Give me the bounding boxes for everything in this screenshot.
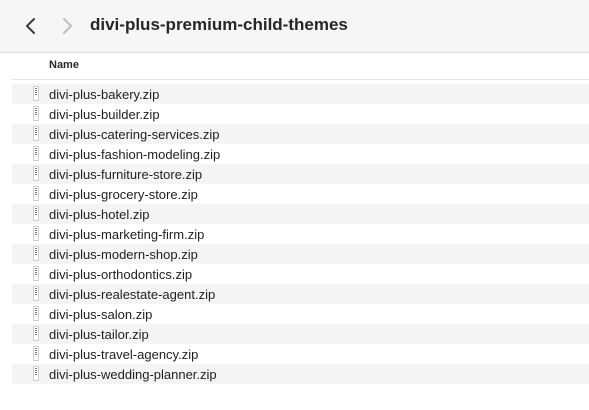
zip-file-icon — [33, 366, 39, 381]
list-item[interactable]: divi-plus-hotel.zip — [12, 204, 589, 224]
file-name: divi-plus-catering-services.zip — [49, 127, 220, 142]
list-item[interactable]: divi-plus-furniture-store.zip — [12, 164, 589, 184]
zip-file-icon — [33, 206, 39, 221]
file-name: divi-plus-travel-agency.zip — [49, 347, 199, 362]
file-name: divi-plus-orthodontics.zip — [49, 267, 193, 282]
list-item[interactable]: divi-plus-modern-shop.zip — [12, 244, 589, 264]
finder-toolbar: divi-plus-premium-child-themes — [0, 0, 589, 52]
file-list: divi-plus-bakery.zip divi-plus-builder.z… — [12, 84, 589, 404]
file-name: divi-plus-wedding-planner.zip — [49, 367, 217, 382]
list-item[interactable]: divi-plus-fashion-modeling.zip — [12, 144, 589, 164]
zip-file-icon — [33, 106, 39, 121]
file-name: divi-plus-salon.zip — [49, 307, 153, 322]
column-header-bar: Name — [0, 53, 589, 79]
file-name: divi-plus-furniture-store.zip — [49, 167, 203, 182]
zip-file-icon — [33, 86, 39, 101]
forward-button[interactable] — [56, 14, 78, 38]
zip-file-icon — [33, 126, 39, 141]
file-name: divi-plus-bakery.zip — [49, 87, 160, 102]
zip-file-icon — [33, 266, 39, 281]
name-column-header[interactable]: Name — [49, 59, 79, 71]
list-item[interactable]: divi-plus-catering-services.zip — [12, 124, 589, 144]
zip-file-icon — [33, 326, 39, 341]
header-divider — [12, 79, 589, 80]
list-item[interactable]: divi-plus-marketing-firm.zip — [12, 224, 589, 244]
zip-file-icon — [33, 246, 39, 261]
window-title: divi-plus-premium-child-themes — [90, 15, 348, 34]
chevron-left-icon — [26, 18, 35, 34]
file-name: divi-plus-tailor.zip — [49, 327, 149, 342]
zip-file-icon — [33, 286, 39, 301]
file-name: divi-plus-fashion-modeling.zip — [49, 147, 221, 162]
empty-row — [12, 384, 589, 404]
file-name: divi-plus-hotel.zip — [49, 207, 150, 222]
list-item[interactable]: divi-plus-travel-agency.zip — [12, 344, 589, 364]
list-item[interactable]: divi-plus-grocery-store.zip — [12, 184, 589, 204]
back-button[interactable] — [21, 14, 43, 38]
zip-file-icon — [33, 346, 39, 361]
list-item[interactable]: divi-plus-bakery.zip — [12, 84, 589, 104]
list-item[interactable]: divi-plus-builder.zip — [12, 104, 589, 124]
chevron-right-icon — [63, 18, 72, 34]
zip-file-icon — [33, 186, 39, 201]
list-item[interactable]: divi-plus-salon.zip — [12, 304, 589, 324]
file-name: divi-plus-realestate-agent.zip — [49, 287, 216, 302]
zip-file-icon — [33, 306, 39, 321]
file-name: divi-plus-modern-shop.zip — [49, 247, 198, 262]
list-item[interactable]: divi-plus-tailor.zip — [12, 324, 589, 344]
zip-file-icon — [33, 166, 39, 181]
file-name: divi-plus-marketing-firm.zip — [49, 227, 205, 242]
file-name: divi-plus-grocery-store.zip — [49, 187, 198, 202]
list-item[interactable]: divi-plus-realestate-agent.zip — [12, 284, 589, 304]
list-item[interactable]: divi-plus-wedding-planner.zip — [12, 364, 589, 384]
list-item[interactable]: divi-plus-orthodontics.zip — [12, 264, 589, 284]
file-name: divi-plus-builder.zip — [49, 107, 160, 122]
zip-file-icon — [33, 226, 39, 241]
zip-file-icon — [33, 146, 39, 161]
